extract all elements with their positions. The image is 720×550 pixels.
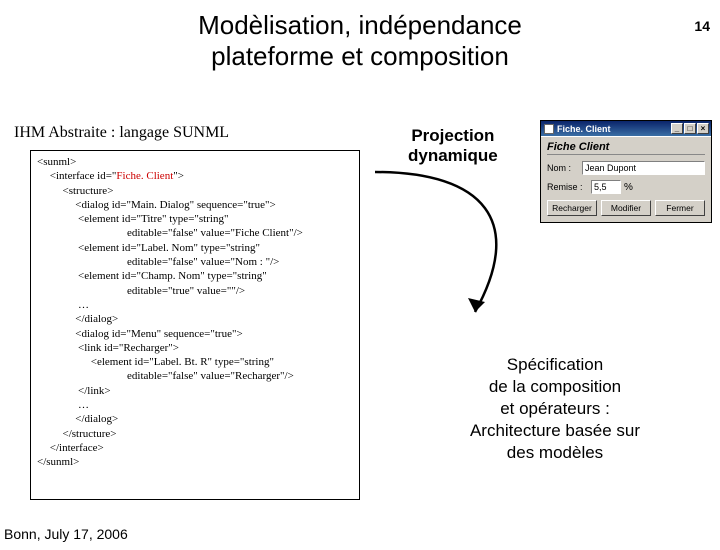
code-line: <interface id="Fiche. Client"> [37,169,353,183]
code-line: <element id="Champ. Nom" type="string" [37,269,353,283]
spec-line: de la composition [489,377,621,396]
code-line: </interface> [37,441,353,455]
input-nom[interactable] [582,161,705,175]
row-remise: Remise : % [547,180,705,194]
code-line: editable="false" value="Nom : "/> [37,255,353,269]
code-line: <structure> [37,184,353,198]
code-line: <link id="Recharger"> [37,341,353,355]
modifier-button[interactable]: Modifier [601,200,651,216]
close-button[interactable]: × [697,123,709,134]
title-line-2: plateforme et composition [211,41,509,71]
spec-line: et opérateurs : [500,399,610,418]
code-line: <dialog id="Menu" sequence="true"> [37,327,353,341]
label-remise: Remise : [547,182,591,192]
spec-line: Spécification [507,355,603,374]
curved-arrow [355,162,555,332]
mock-button-row: Recharger Modifier Fermer [547,200,705,216]
code-line: editable="true" value=""/> [37,284,353,298]
code-line: <element id="Label. Nom" type="string" [37,241,353,255]
projection-label: Projection dynamique [408,126,498,167]
divider [547,154,705,155]
slide-title: Modèlisation, indépendance plateforme et… [0,10,720,72]
mock-body: Fiche Client Nom : Remise : % Recharger … [541,136,711,222]
title-line-1: Modèlisation, indépendance [198,10,522,40]
code-line: </sunml> [37,455,353,469]
code-line: <element id="Label. Bt. R" type="string" [37,355,353,369]
maximize-button[interactable]: □ [684,123,696,134]
code-line: </structure> [37,427,353,441]
code-line: editable="false" value="Recharger"/> [37,369,353,383]
spec-line: Architecture basée sur [470,421,640,440]
minimize-button[interactable]: _ [671,123,683,134]
mock-titlebar: Fiche. Client _ □ × [541,121,711,136]
section-heading: IHM Abstraite : langage SUNML [14,124,229,142]
code-block: <sunml> <interface id="Fiche. Client"> <… [30,150,360,500]
input-remise[interactable] [591,180,621,194]
fermer-button[interactable]: Fermer [655,200,705,216]
window-title: Fiche. Client [557,124,611,134]
code-line: <element id="Titre" type="string" [37,212,353,226]
projection-line-1: Projection [411,126,494,145]
code-line: </dialog> [37,412,353,426]
code-line: … [37,298,353,312]
code-line: editable="false" value="Fiche Client"/> [37,226,353,240]
code-line: … [37,398,353,412]
code-line: <sunml> [37,155,353,169]
mock-window: Fiche. Client _ □ × Fiche Client Nom : R… [540,120,712,223]
spec-line: des modèles [507,443,603,462]
recharger-button[interactable]: Recharger [547,200,597,216]
label-nom: Nom : [547,163,582,173]
projection-line-2: dynamique [408,146,498,165]
page-number: 14 [694,18,710,34]
row-nom: Nom : [547,161,705,175]
code-line: </link> [37,384,353,398]
code-line: </dialog> [37,312,353,326]
window-icon [544,124,554,134]
mock-heading: Fiche Client [547,141,705,153]
specification-label: Spécification de la composition et opéra… [405,354,705,464]
code-line: <dialog id="Main. Dialog" sequence="true… [37,198,353,212]
percent-label: % [624,182,633,193]
